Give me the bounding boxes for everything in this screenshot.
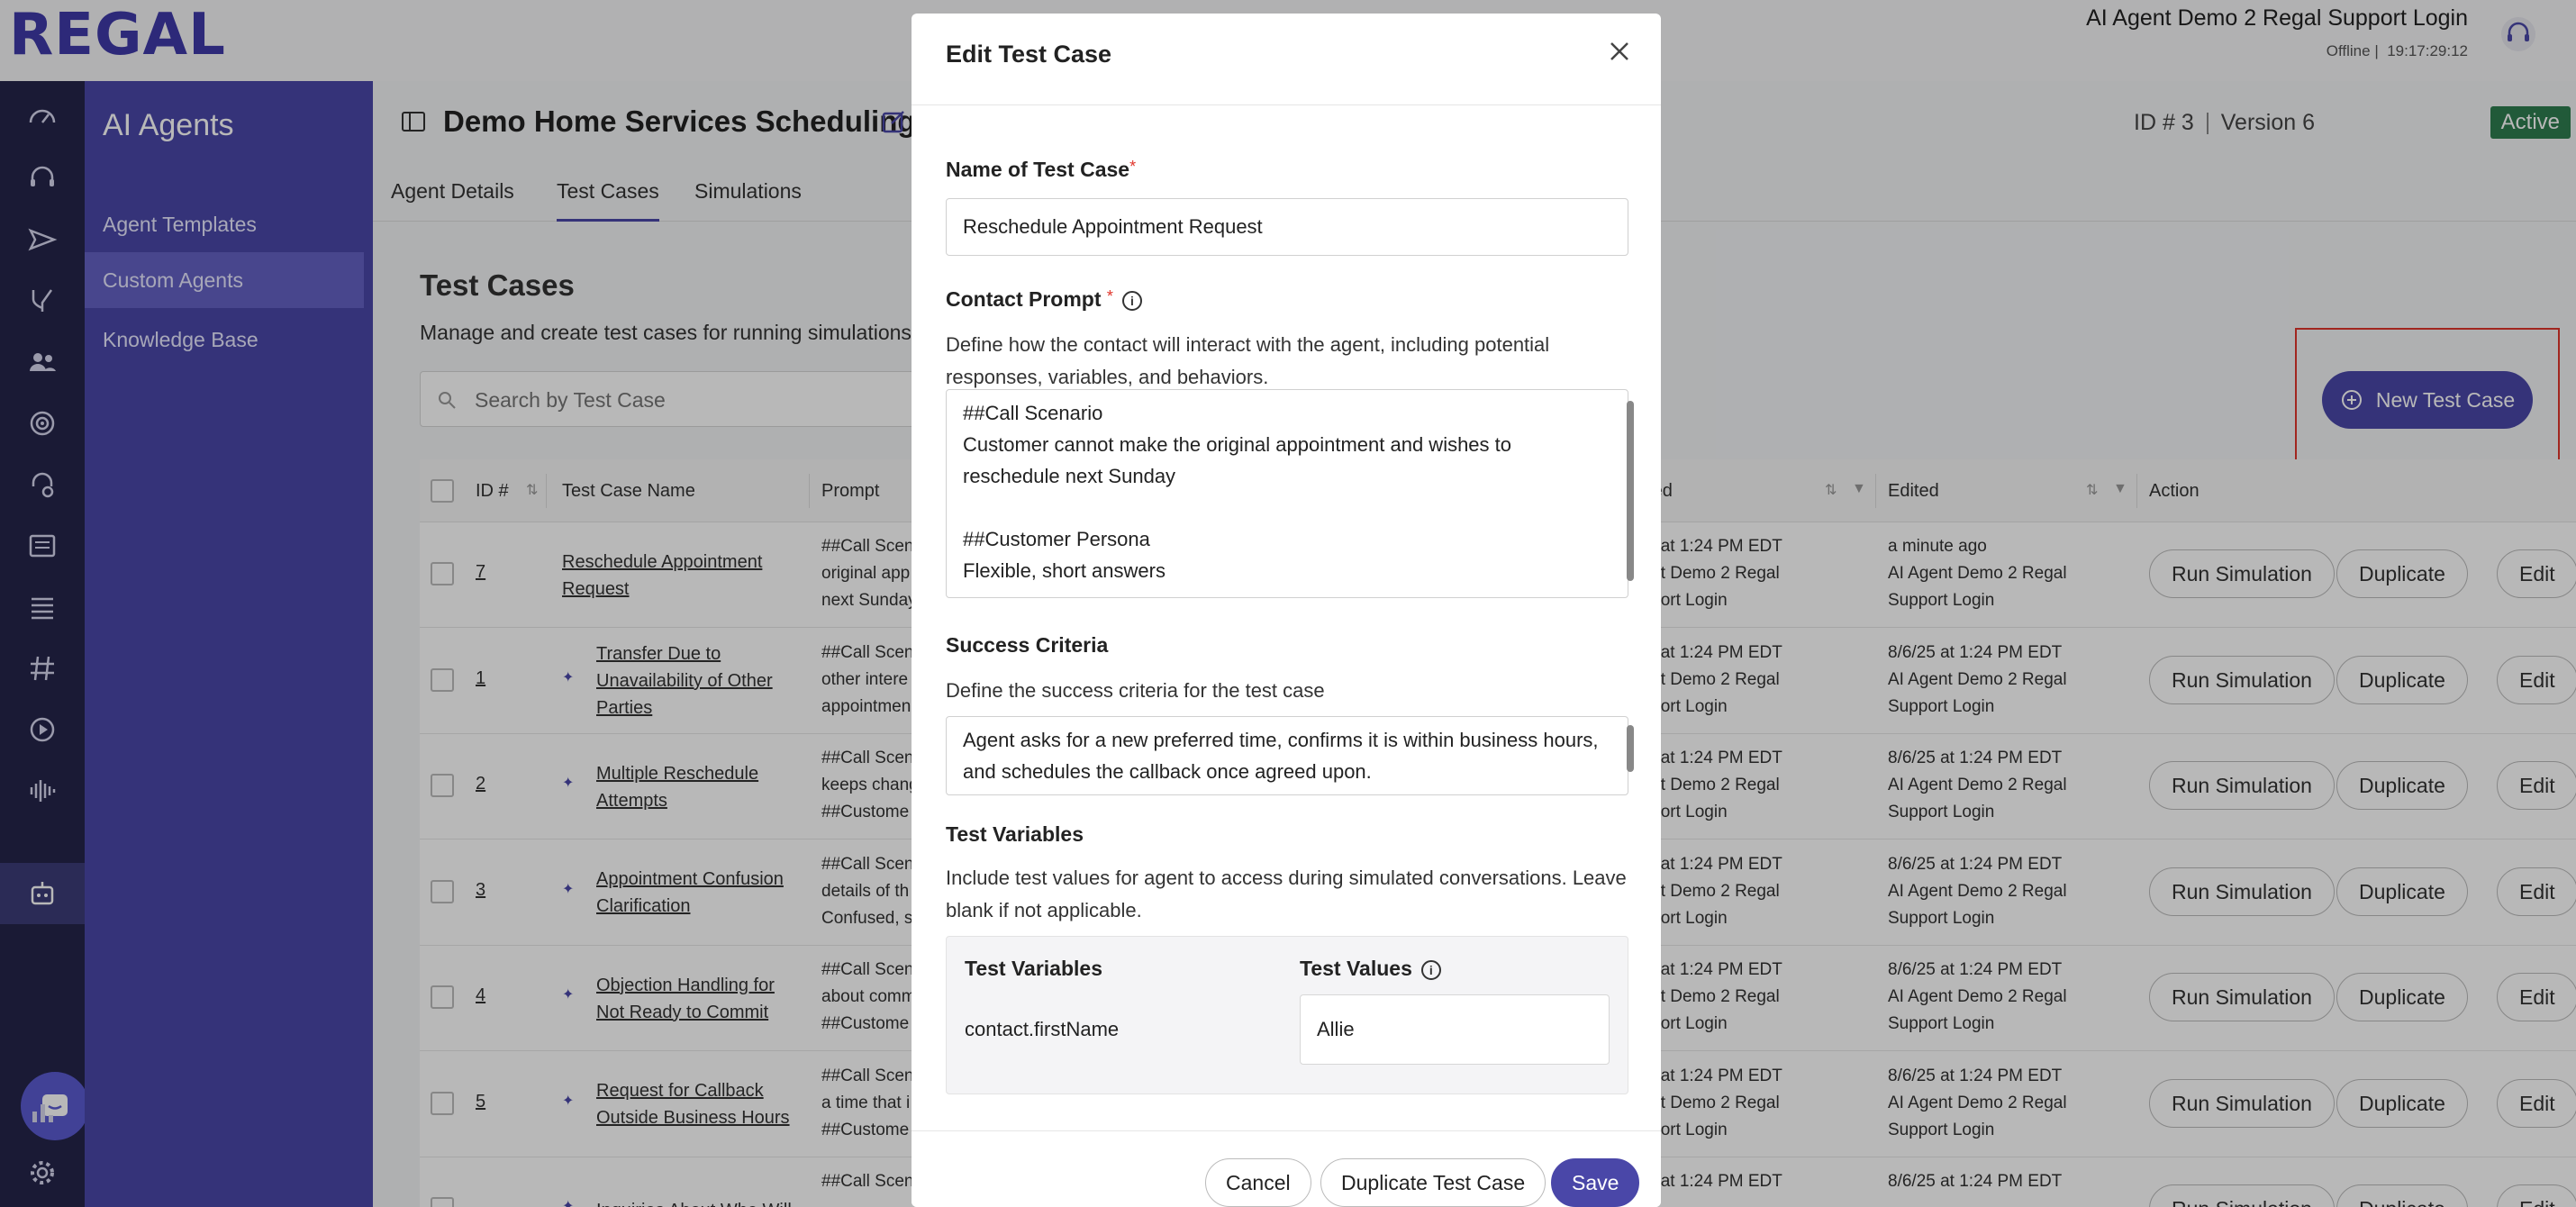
modal-footer: Cancel Duplicate Test Case Save bbox=[912, 1130, 1661, 1207]
contact-prompt-label: Contact Prompt * i bbox=[946, 287, 1142, 312]
modal-header: Edit Test Case bbox=[912, 14, 1661, 105]
contact-prompt-textarea[interactable]: ##Call Scenario Customer cannot make the… bbox=[946, 389, 1628, 598]
save-button[interactable]: Save bbox=[1551, 1158, 1640, 1207]
test-variables-label: Test Variables bbox=[946, 822, 1084, 846]
textarea-scrollbar[interactable] bbox=[1627, 401, 1634, 581]
info-icon[interactable]: i bbox=[1121, 290, 1142, 311]
duplicate-test-case-button[interactable]: Duplicate Test Case bbox=[1320, 1158, 1547, 1207]
test-variables-panel: Test Variables Test Values i contact.firs… bbox=[946, 936, 1628, 1094]
variable-name: contact.firstName bbox=[965, 1018, 1120, 1040]
contact-prompt-description: Define how the contact will interact wit… bbox=[946, 333, 1550, 388]
vars-col-value: Test Values i bbox=[1300, 957, 1441, 981]
test-case-name-input[interactable]: Reschedule Appointment Request bbox=[946, 198, 1628, 256]
success-criteria-label: Success Criteria bbox=[946, 633, 1109, 657]
test-variables-description: Include test values for agent to access … bbox=[946, 867, 1627, 921]
close-icon[interactable] bbox=[1607, 39, 1632, 64]
info-icon[interactable]: i bbox=[1420, 959, 1441, 980]
cancel-button[interactable]: Cancel bbox=[1205, 1158, 1311, 1207]
name-label: Name of Test Case* bbox=[946, 158, 1137, 181]
success-criteria-textarea[interactable]: Agent asks for a new preferred time, con… bbox=[946, 716, 1628, 795]
textarea-scrollbar[interactable] bbox=[1627, 725, 1634, 772]
variable-value-input[interactable]: Allie bbox=[1300, 994, 1610, 1065]
success-criteria-description: Define the success criteria for the test… bbox=[946, 679, 1325, 702]
vars-col-variable: Test Variables bbox=[965, 957, 1102, 980]
edit-test-case-modal: Edit Test Case Name of Test Case* Resche… bbox=[912, 14, 1661, 1207]
modal-title: Edit Test Case bbox=[946, 41, 1112, 68]
